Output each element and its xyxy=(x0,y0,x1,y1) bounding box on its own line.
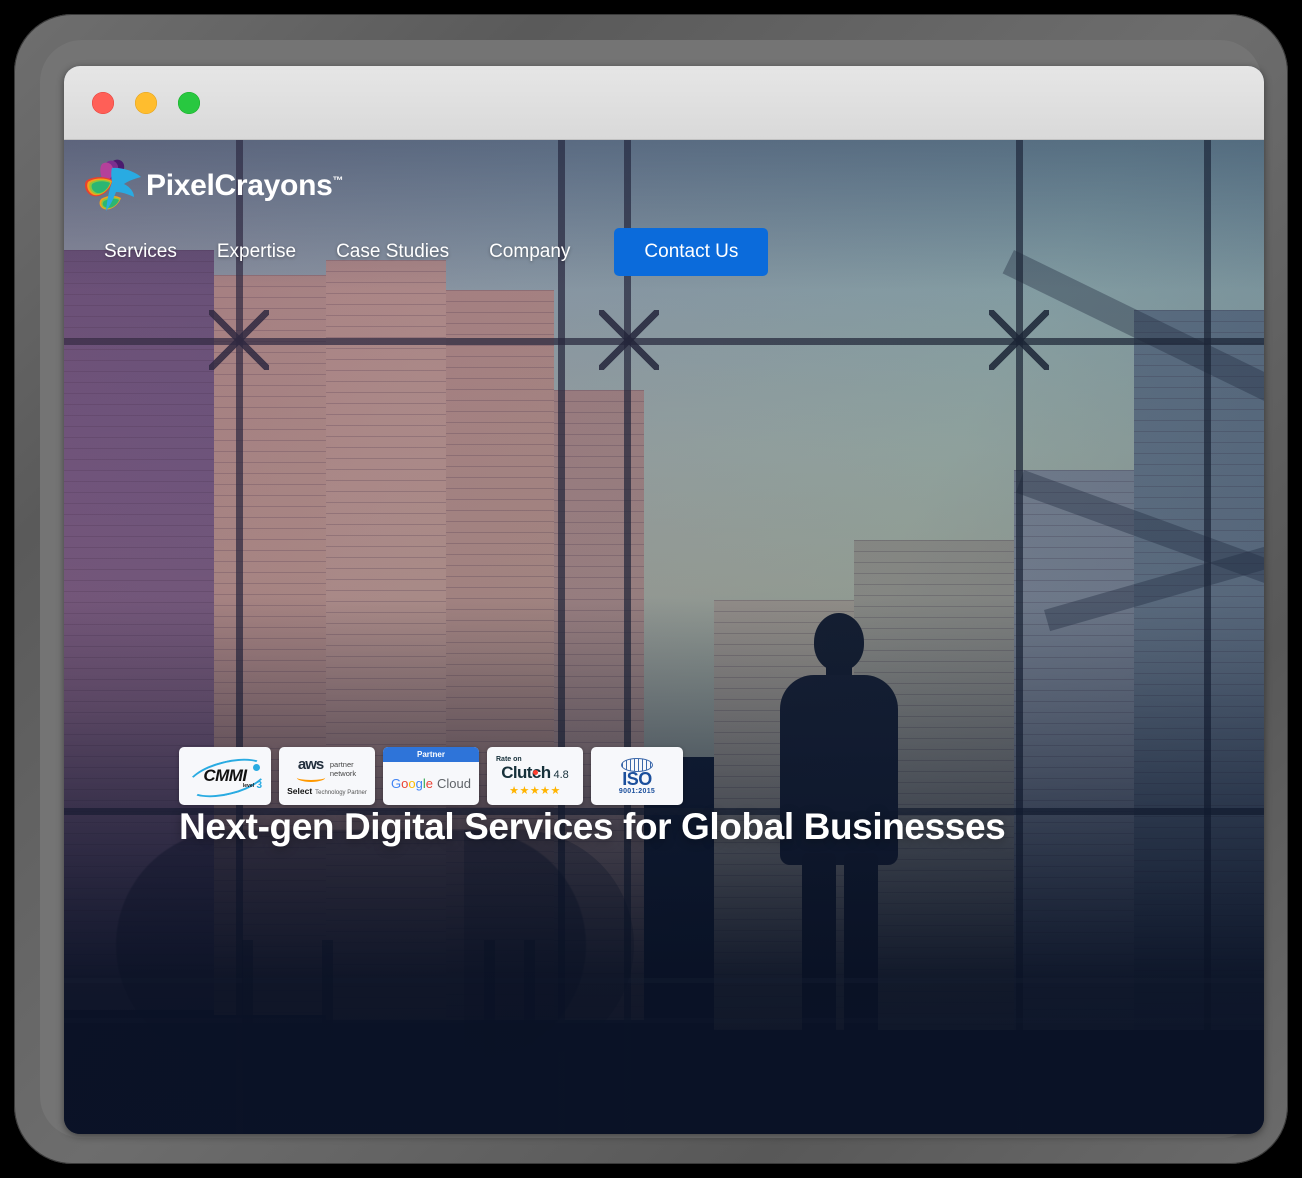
minimize-window-button[interactable] xyxy=(135,92,157,114)
cmmi-level-value: 3 xyxy=(256,780,262,791)
nav-item-expertise[interactable]: Expertise xyxy=(197,233,316,271)
google-cloud-partner-label: Partner xyxy=(383,747,479,762)
certification-badges: CMMI level 3 aws partner network Select … xyxy=(179,747,683,805)
nav-item-company[interactable]: Company xyxy=(469,233,590,271)
hummingbird-logo-icon xyxy=(84,159,141,211)
iso-globe-icon xyxy=(621,757,653,772)
badge-google-cloud[interactable]: Partner Go o g l e Cloud xyxy=(383,747,479,805)
hero-background-image xyxy=(64,140,1264,1134)
clutch-prefix: Rate on xyxy=(496,755,522,763)
clutch-score: 4.8 xyxy=(553,768,569,781)
browser-window: PixelCrayons™ Services Expertise Case St… xyxy=(64,66,1264,1134)
site-header: PixelCrayons™ Services Expertise Case St… xyxy=(64,140,1264,276)
google-letter-o1: o xyxy=(401,776,409,791)
badge-iso[interactable]: ISO 9001:2015 xyxy=(591,747,683,805)
clutch-logo-icon: Clutch xyxy=(501,762,551,783)
google-cloud-product: Cloud xyxy=(436,776,471,791)
aws-partner-line1: partner xyxy=(329,759,354,769)
window-controls xyxy=(92,92,200,114)
badge-clutch[interactable]: Rate on Clutch 4.8 ★★★★★ xyxy=(487,747,583,805)
google-letter-o2: o xyxy=(408,776,416,791)
badge-aws[interactable]: aws partner network Select Technology Pa… xyxy=(279,747,375,805)
aws-partner-line2: network xyxy=(329,769,357,778)
nav-item-case-studies[interactable]: Case Studies xyxy=(316,233,469,271)
hero-headline: Next-gen Digital Services for Global Bus… xyxy=(179,806,1006,848)
device-bezel: PixelCrayons™ Services Expertise Case St… xyxy=(14,14,1288,1164)
clutch-title: Clutch xyxy=(501,762,551,782)
cmmi-logo-icon: CMMI level 3 xyxy=(183,751,271,805)
google-letter-e: e xyxy=(425,776,433,791)
aws-logo-icon: aws xyxy=(296,755,326,782)
maximize-window-button[interactable] xyxy=(178,92,200,114)
nav-item-services[interactable]: Services xyxy=(84,233,197,271)
google-letter-g2: g xyxy=(415,776,423,791)
brand-logo[interactable]: PixelCrayons™ xyxy=(64,154,1264,218)
brand-trademark: ™ xyxy=(332,175,344,187)
aws-tier: Select xyxy=(287,785,313,796)
brand-name-text: PixelCrayons xyxy=(146,169,333,202)
main-navigation: Services Expertise Case Studies Company … xyxy=(64,228,1264,276)
close-window-button[interactable] xyxy=(92,92,114,114)
cmmi-level-label: level xyxy=(242,783,254,789)
google-cloud-logo-icon: Go o g l e Cloud xyxy=(391,762,471,805)
browser-title-bar xyxy=(64,66,1264,140)
aws-wordmark: aws xyxy=(297,755,324,773)
page-viewport: PixelCrayons™ Services Expertise Case St… xyxy=(64,140,1264,1134)
google-letter-g1: G xyxy=(391,776,402,791)
contact-us-button[interactable]: Contact Us xyxy=(614,228,769,276)
brand-name: PixelCrayons™ xyxy=(146,169,343,203)
aws-tier-sub: Technology Partner xyxy=(315,789,367,796)
badge-cmmi[interactable]: CMMI level 3 xyxy=(179,747,271,805)
iso-standard: 9001:2015 xyxy=(618,787,656,795)
clutch-stars-icon: ★★★★★ xyxy=(509,784,561,797)
iso-title: ISO xyxy=(622,768,652,789)
cmmi-title: CMMI xyxy=(203,766,247,785)
